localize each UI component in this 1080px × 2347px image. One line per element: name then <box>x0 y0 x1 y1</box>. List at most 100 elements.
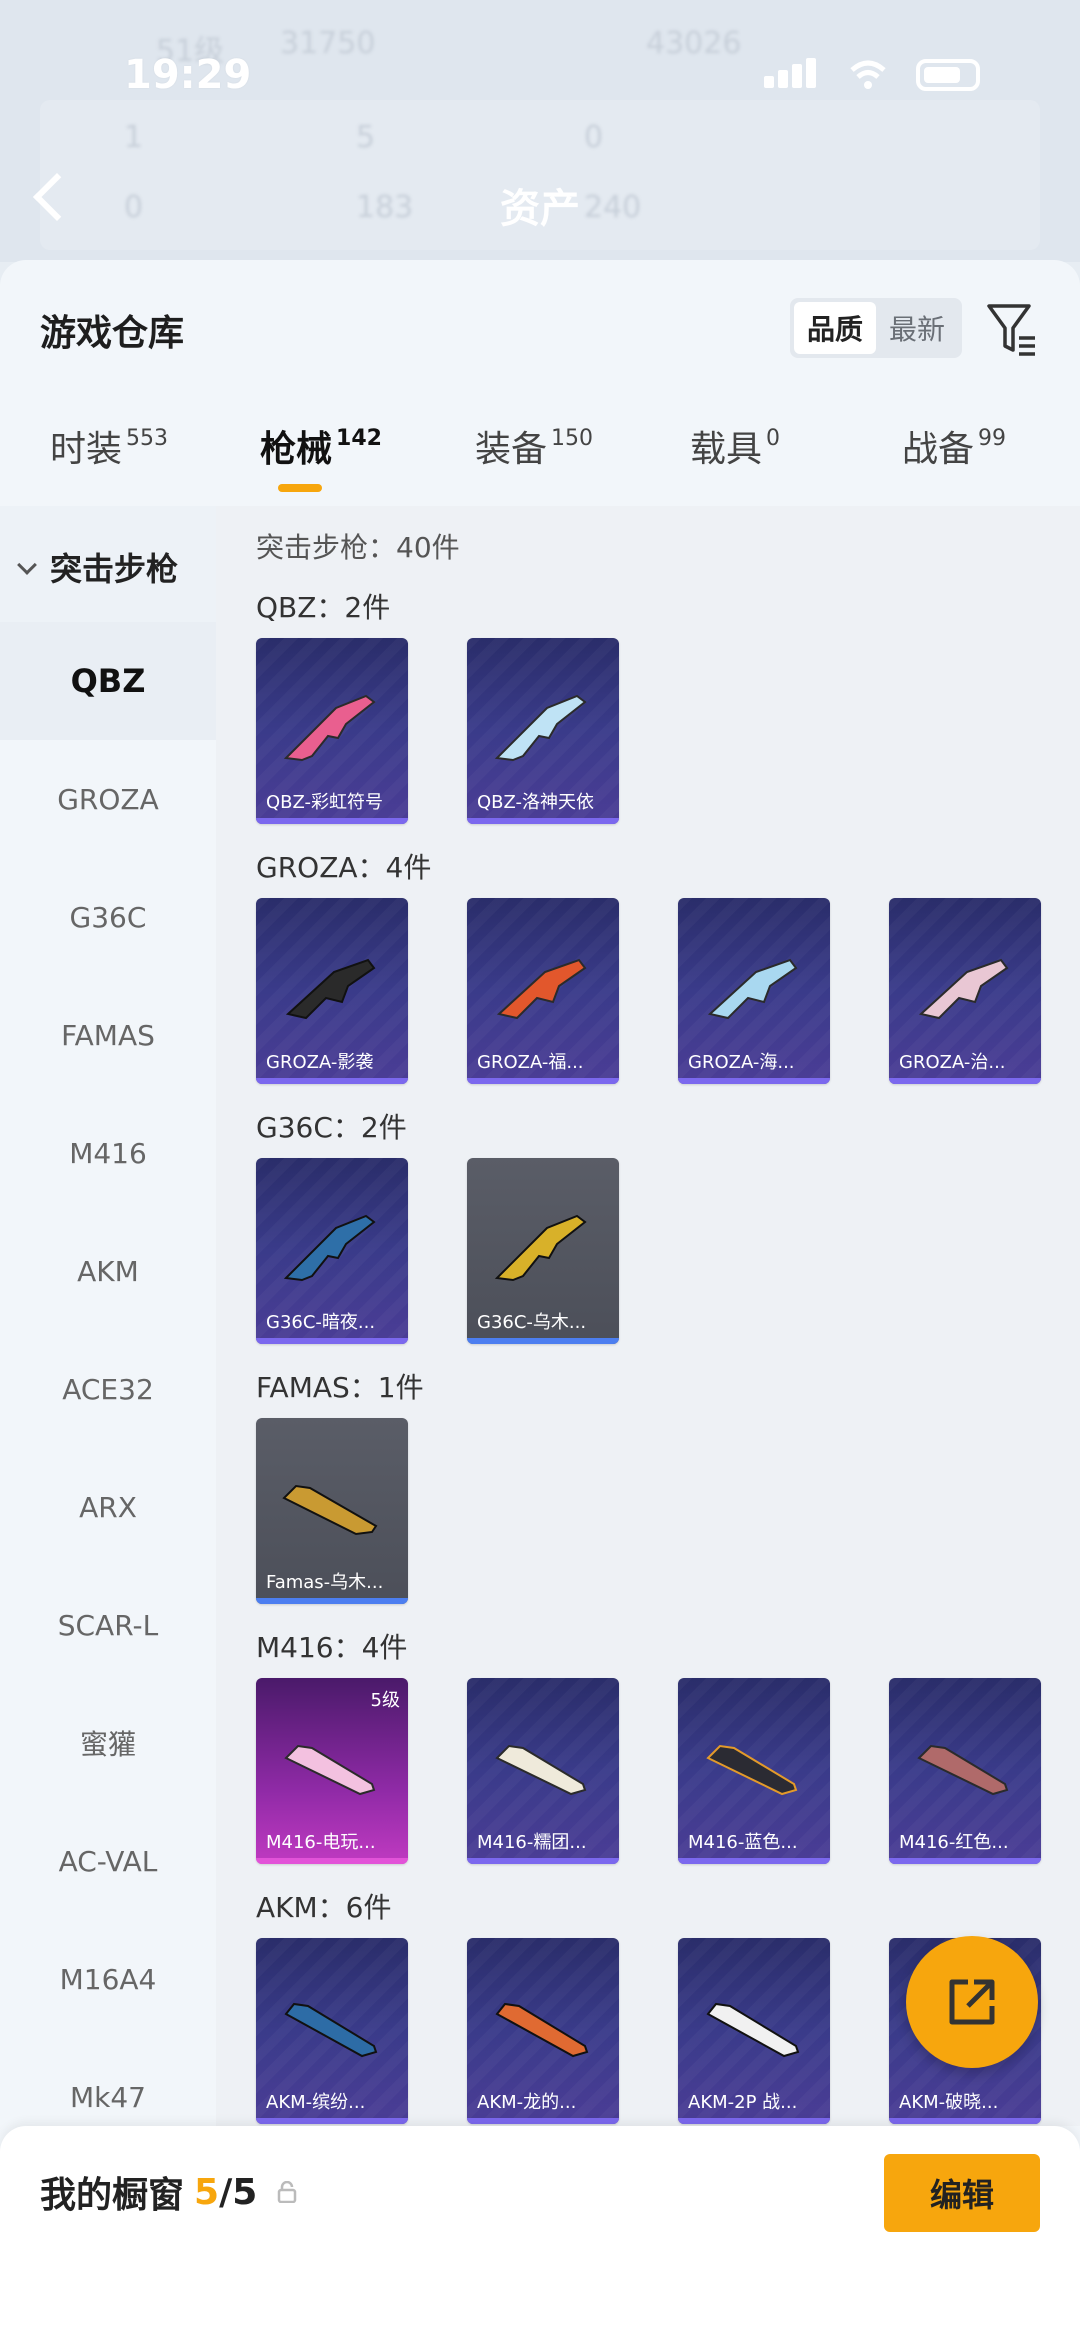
rifle-icon <box>496 958 587 1020</box>
status-time: 19:29 <box>124 52 252 98</box>
skin-card[interactable]: AKM-龙的... <box>467 1938 619 2124</box>
tab-supplies[interactable]: 战备 99 <box>902 420 1006 472</box>
group-title-groza: GROZA：4件 <box>256 851 432 884</box>
sidebar-item-ac-val[interactable]: AC-VAL <box>0 1802 216 1920</box>
filter-icon[interactable] <box>985 302 1037 358</box>
skin-name: QBZ-洛神天依 <box>477 792 595 813</box>
skin-card[interactable]: GROZA-影袭 <box>256 898 408 1084</box>
group-title-famas: FAMAS：1件 <box>256 1371 424 1404</box>
status-icons <box>764 58 980 92</box>
sidebar-item-akm[interactable]: AKM <box>0 1212 216 1330</box>
skin-name: G36C-暗夜... <box>266 1312 376 1333</box>
sheet-title: 游戏仓库 <box>40 313 185 354</box>
rifle-icon <box>918 958 1009 1020</box>
battery-icon <box>916 59 980 91</box>
group-title-g36c: G36C：2件 <box>256 1111 407 1144</box>
weapon-sidebar: 突击步枪 QBZ GROZA G36C FAMAS M416 AKM ACE32… <box>0 506 216 2126</box>
rifle-icon <box>917 1744 1009 1796</box>
skin-name: GROZA-治... <box>899 1052 1006 1073</box>
skin-card[interactable]: AKM-2P 战... <box>678 1938 830 2124</box>
bg-points: 31750 <box>280 26 376 61</box>
rifle-icon <box>283 1214 376 1282</box>
skin-name: Famas-乌木... <box>266 1572 384 1593</box>
rifle-icon <box>495 2002 589 2058</box>
category-count: 突击步枪：40件 <box>256 531 460 564</box>
showcase-current: 5 <box>194 2171 220 2213</box>
sidebar-item-qbz[interactable]: QBZ <box>0 622 216 740</box>
lock-icon <box>278 2181 297 2203</box>
sort-newest-button[interactable]: 最新 <box>876 302 958 354</box>
bg-value: 43026 <box>646 26 742 61</box>
skin-card[interactable]: 5级 M416-电玩... <box>256 1678 408 1864</box>
skin-card[interactable]: G36C-乌木... <box>467 1158 619 1344</box>
skin-name: G36C-乌木... <box>477 1312 587 1333</box>
skin-name: AKM-龙的... <box>477 2092 577 2113</box>
level-badge: 5级 <box>370 1690 400 1711</box>
chevron-down-icon <box>17 555 37 575</box>
skin-card[interactable]: M416-糯团... <box>467 1678 619 1864</box>
tab-vehicles[interactable]: 载具 0 <box>690 420 780 472</box>
rifle-icon <box>494 1214 587 1282</box>
sort-quality-button[interactable]: 品质 <box>794 302 876 354</box>
skin-name: AKM-2P 战... <box>688 2092 798 2113</box>
skin-card[interactable]: GROZA-治... <box>889 898 1041 1084</box>
share-icon <box>949 1979 995 2025</box>
group-title-akm: AKM：6件 <box>256 1891 392 1924</box>
rifle-icon <box>284 1744 376 1796</box>
skin-card[interactable]: QBZ-彩虹符号 <box>256 638 408 824</box>
rifle-icon <box>494 694 587 762</box>
sidebar-item-groza[interactable]: GROZA <box>0 740 216 858</box>
skin-card[interactable]: QBZ-洛神天依 <box>467 638 619 824</box>
skin-name: M416-电玩... <box>266 1832 376 1853</box>
bg-stat-5: 183 <box>356 190 414 225</box>
bg-stat-6: 240 <box>584 190 642 225</box>
skin-name: M416-红色... <box>899 1832 1009 1853</box>
skin-name: AKM-缤纷... <box>266 2092 366 2113</box>
skin-card[interactable]: AKM-缤纷... <box>256 1938 408 2124</box>
skin-card[interactable]: GROZA-福... <box>467 898 619 1084</box>
showcase-bar: 我的橱窗 5 /5 编辑 <box>0 2126 1080 2347</box>
share-button[interactable] <box>906 1936 1038 2068</box>
skin-card[interactable]: Famas-乌木... <box>256 1418 408 1604</box>
rifle-icon <box>495 1744 587 1796</box>
bg-stat-4: 0 <box>124 190 144 225</box>
sidebar-item-m16a4[interactable]: M16A4 <box>0 1920 216 2038</box>
rifle-icon <box>282 1484 378 1536</box>
skin-card[interactable]: GROZA-海... <box>678 898 830 1084</box>
rifle-icon <box>706 2002 800 2058</box>
skin-card[interactable]: M416-红色... <box>889 1678 1041 1864</box>
edit-button[interactable]: 编辑 <box>884 2154 1040 2232</box>
sidebar-item-arx[interactable]: ARX <box>0 1448 216 1566</box>
sidebar-item-famas[interactable]: FAMAS <box>0 976 216 1094</box>
sidebar-header[interactable]: 突击步枪 <box>0 506 216 622</box>
skin-name: M416-糯团... <box>477 1832 587 1853</box>
group-title-qbz: QBZ：2件 <box>256 591 391 624</box>
wifi-icon <box>850 60 886 89</box>
showcase-title-row: 我的橱窗 5 /5 <box>40 2166 297 2218</box>
skin-name: M416-蓝色... <box>688 1832 798 1853</box>
tab-weapons[interactable]: 枪械 142 <box>260 420 382 472</box>
sidebar-item-scar-l[interactable]: SCAR-L <box>0 1566 216 1684</box>
tab-equipment[interactable]: 装备 150 <box>475 420 593 472</box>
sort-toggle: 品质 最新 <box>790 298 962 358</box>
sidebar-item-ace32[interactable]: ACE32 <box>0 1330 216 1448</box>
sheet-header: 游戏仓库 品质 最新 <box>0 260 1080 360</box>
sidebar-item-g36c[interactable]: G36C <box>0 858 216 976</box>
showcase-title: 我的橱窗 <box>40 2175 185 2216</box>
skin-card[interactable]: G36C-暗夜... <box>256 1158 408 1344</box>
sidebar-item-honey-badger[interactable]: 蜜獾 <box>0 1684 216 1802</box>
weapon-list: 突击步枪：40件 QBZ：2件 QBZ-彩虹符号 QBZ-洛神天依 GROZA：… <box>216 506 1080 2126</box>
skin-name: GROZA-影袭 <box>266 1052 374 1073</box>
showcase-total: /5 <box>219 2171 258 2213</box>
bg-title: 资产 <box>500 186 580 232</box>
background-header: 51级 31750 43026 1 5 0 0 183 240 资产 19:29 <box>0 0 1080 262</box>
skin-name: QBZ-彩虹符号 <box>266 792 384 813</box>
skin-card[interactable]: M416-蓝色... <box>678 1678 830 1864</box>
sidebar-item-m416[interactable]: M416 <box>0 1094 216 1212</box>
rifle-icon <box>285 958 376 1020</box>
bg-stat-2: 5 <box>356 120 376 155</box>
rifle-icon <box>283 694 376 762</box>
bg-stat-3: 0 <box>584 120 604 155</box>
skin-name: AKM-破晓... <box>899 2092 999 2113</box>
tab-fashion[interactable]: 时装 553 <box>50 420 168 472</box>
